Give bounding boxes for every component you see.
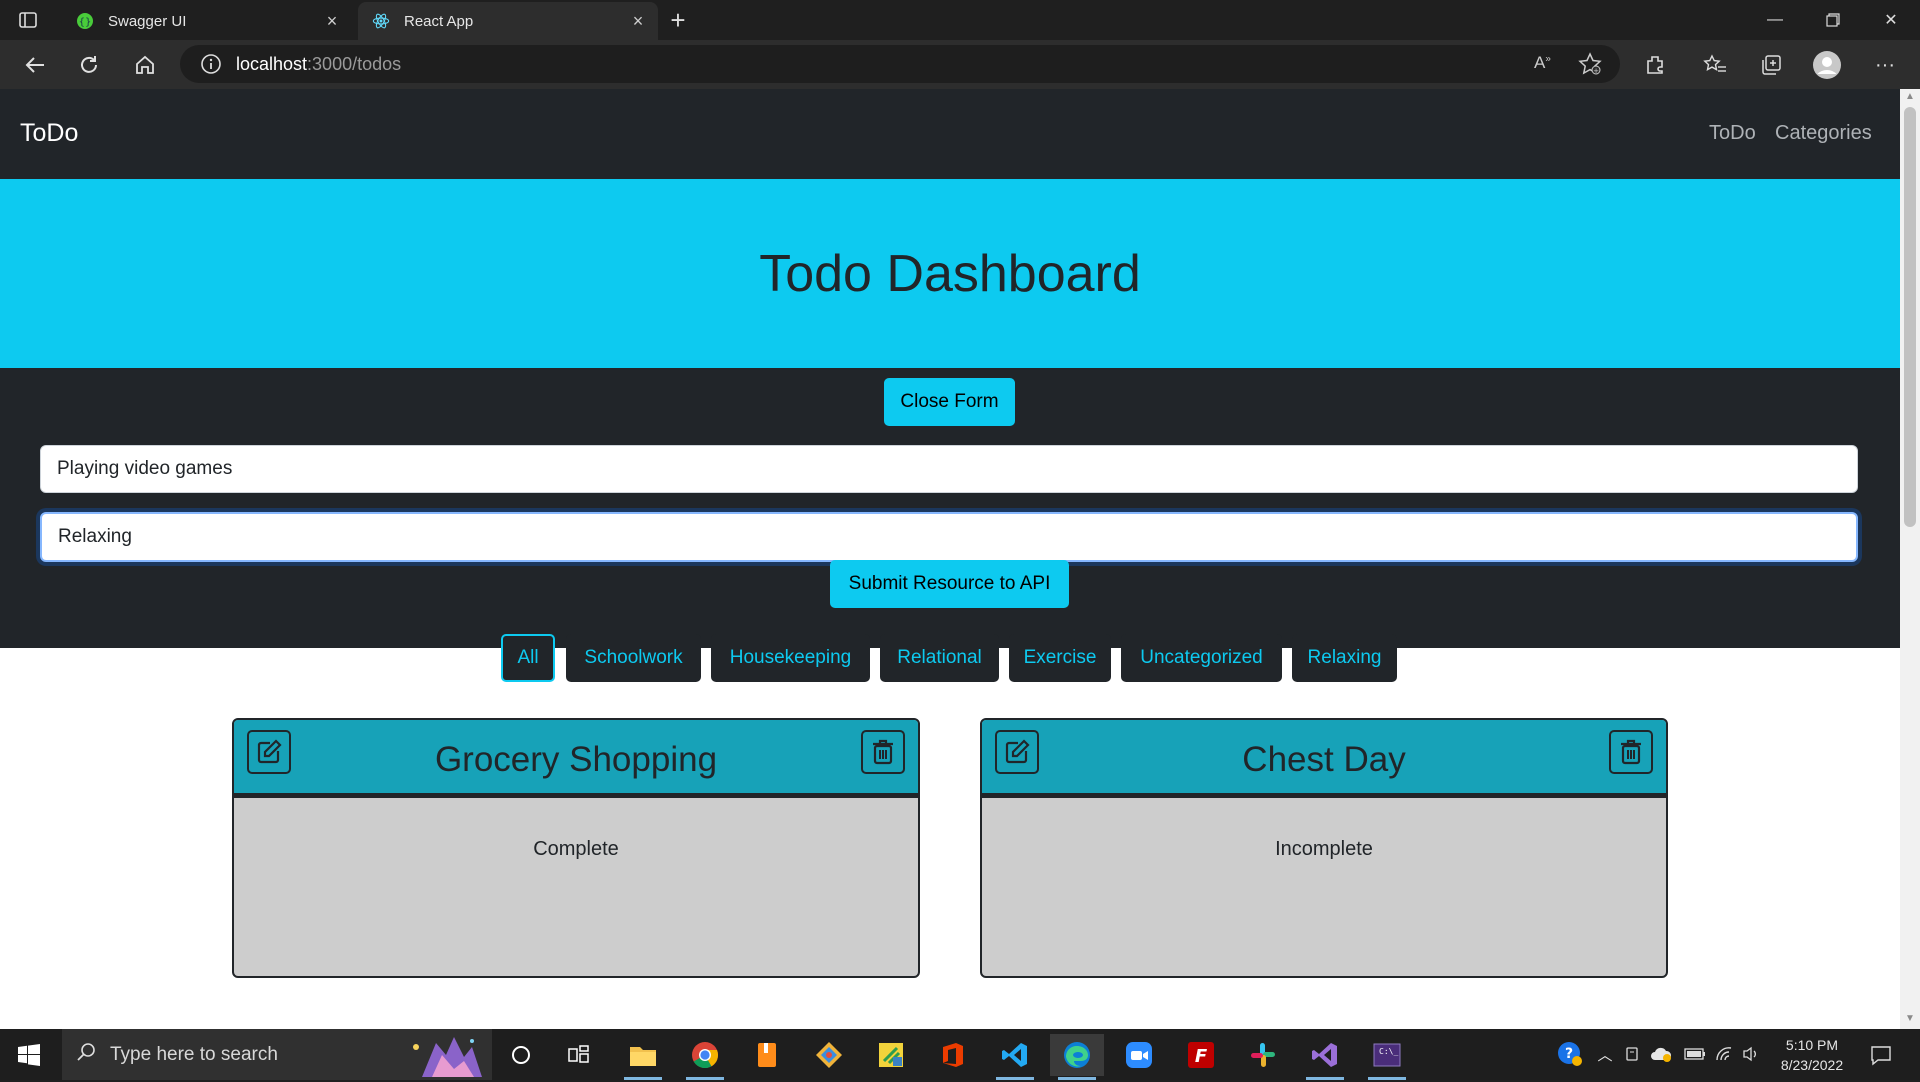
site-info-icon[interactable] (200, 53, 222, 75)
volume-icon[interactable] (1740, 1043, 1762, 1065)
battery-icon[interactable] (1684, 1043, 1706, 1065)
browser-toolbar: localhost:3000/todos A» + ··· (0, 40, 1920, 89)
nav-link-categories[interactable]: Categories (1775, 122, 1872, 145)
extensions-icon[interactable] (1640, 50, 1670, 80)
slack-icon[interactable] (1236, 1034, 1290, 1076)
sticky-app-icon[interactable] (864, 1034, 918, 1076)
submit-button[interactable]: Submit Resource to API (830, 560, 1069, 608)
tab-actions-icon[interactable] (18, 10, 38, 30)
category-filter-uncategorized[interactable]: Uncategorized (1121, 634, 1282, 682)
wifi-icon[interactable] (1714, 1043, 1736, 1065)
clock-date: 8/23/2022 (1780, 1057, 1844, 1073)
windows-taskbar: Type here to search F C:\_ ? ︿ 5:10 PM 8… (0, 1029, 1920, 1080)
zoom-icon[interactable] (1112, 1034, 1166, 1076)
terminal-icon[interactable]: C:\_ (1360, 1034, 1414, 1080)
home-icon[interactable] (128, 48, 162, 82)
category-filter-schoolwork[interactable]: Schoolwork (566, 634, 701, 682)
search-placeholder: Type here to search (110, 1043, 278, 1065)
react-icon (372, 12, 390, 30)
page-scrollbar[interactable]: ▲ ▼ (1900, 89, 1920, 1029)
web-page: ToDo ToDo Categories Todo Dashboard Clos… (0, 89, 1900, 1029)
task-view-icon[interactable] (552, 1034, 606, 1076)
favorites-icon[interactable] (1700, 50, 1730, 80)
back-icon[interactable] (18, 48, 52, 82)
visual-studio-icon[interactable] (1298, 1034, 1352, 1080)
search-icon (76, 1042, 96, 1067)
collections-icon[interactable] (1756, 50, 1786, 80)
tab-close-icon[interactable]: × (628, 11, 648, 31)
todo-form-section: Close Form Playing video games Relaxing … (0, 368, 1900, 648)
nav-link-todo[interactable]: ToDo (1709, 122, 1756, 145)
vscode-icon[interactable] (988, 1034, 1042, 1080)
office-icon[interactable] (926, 1034, 980, 1076)
more-menu-icon[interactable]: ··· (1870, 50, 1900, 80)
todo-card-header: Grocery Shopping (234, 720, 918, 798)
todo-card-header: Chest Day (982, 720, 1666, 798)
git-kraken-icon[interactable] (802, 1034, 856, 1076)
tab-title: React App (404, 12, 474, 30)
todo-title-input[interactable]: Playing video games (40, 445, 1858, 493)
category-filter-exercise[interactable]: Exercise (1009, 634, 1111, 682)
navbar-brand[interactable]: ToDo (20, 119, 78, 148)
read-aloud-icon[interactable]: A» (1534, 53, 1551, 73)
todo-status: Incomplete (1275, 838, 1373, 860)
todo-card: Chest Day Incomplete (980, 718, 1668, 978)
notes-app-icon[interactable] (740, 1034, 794, 1076)
new-tab-icon[interactable]: + (664, 6, 692, 34)
todo-card: Grocery Shopping Complete (232, 718, 920, 978)
trash-icon[interactable] (861, 730, 905, 774)
close-form-button[interactable]: Close Form (884, 378, 1015, 426)
url-host: localhost (236, 53, 308, 74)
browser-tab-bar: {} Swagger UI × React App × + — ✕ (0, 0, 1920, 40)
page-title: Todo Dashboard (759, 244, 1141, 303)
svg-text:F: F (1195, 1046, 1208, 1067)
taskbar-search[interactable]: Type here to search (62, 1029, 492, 1080)
todo-status: Complete (533, 838, 619, 860)
show-hidden-icons-icon[interactable]: ︿ (1594, 1043, 1616, 1065)
navbar: ToDo ToDo Categories (0, 89, 1900, 179)
file-explorer-icon[interactable] (616, 1034, 670, 1080)
edge-icon[interactable] (1050, 1034, 1104, 1080)
category-filter-housekeeping[interactable]: Housekeeping (711, 634, 870, 682)
browser-tab-swagger[interactable]: {} Swagger UI × (62, 2, 352, 40)
tab-close-icon[interactable]: × (322, 11, 342, 31)
help-icon[interactable]: ? (1556, 1040, 1584, 1068)
reload-icon[interactable] (72, 48, 106, 82)
browser-tab-react[interactable]: React App × (358, 2, 658, 40)
windows-start-icon[interactable] (0, 1029, 58, 1080)
restore-icon[interactable] (1810, 0, 1856, 40)
scrollbar-thumb[interactable] (1904, 107, 1916, 527)
meet-now-icon[interactable] (1622, 1043, 1644, 1065)
chrome-icon[interactable] (678, 1034, 732, 1080)
category-filter-all[interactable]: All (501, 634, 555, 682)
todo-title: Grocery Shopping (434, 740, 718, 779)
address-bar[interactable]: localhost:3000/todos A» + (180, 45, 1620, 83)
notifications-icon[interactable] (1868, 1042, 1894, 1068)
taskbar-clock[interactable]: 5:10 PM 8/23/2022 (1760, 1035, 1864, 1075)
svg-text:C:\_: C:\_ (1379, 1047, 1398, 1056)
search-highlight-image (402, 1033, 490, 1077)
close-window-icon[interactable]: ✕ (1868, 0, 1914, 40)
minimize-icon[interactable]: — (1752, 0, 1798, 40)
add-favorite-icon[interactable]: + (1578, 52, 1602, 81)
url-path: :3000/todos (307, 53, 402, 74)
scroll-down-arrow-icon[interactable]: ▼ (1904, 1013, 1916, 1025)
hero-banner: Todo Dashboard (0, 179, 1900, 368)
trash-icon[interactable] (1609, 730, 1653, 774)
filezilla-icon[interactable]: F (1174, 1034, 1228, 1076)
scroll-up-arrow-icon[interactable]: ▲ (1904, 91, 1916, 103)
svg-text:?: ? (1565, 1046, 1573, 1062)
onedrive-icon[interactable] (1650, 1043, 1672, 1065)
swagger-icon: {} (76, 12, 94, 30)
svg-text:{}: {} (79, 17, 92, 28)
tab-title: Swagger UI (108, 12, 187, 30)
svg-text:+: + (1593, 67, 1599, 75)
todo-title: Chest Day (1242, 740, 1406, 779)
category-filter-relational[interactable]: Relational (880, 634, 999, 682)
category-filter-relaxing[interactable]: Relaxing (1292, 634, 1397, 682)
profile-avatar-icon[interactable] (1812, 50, 1842, 80)
todo-category-input[interactable]: Relaxing (40, 512, 1858, 562)
cortana-icon[interactable] (494, 1034, 548, 1076)
clock-time: 5:10 PM (1785, 1037, 1839, 1053)
